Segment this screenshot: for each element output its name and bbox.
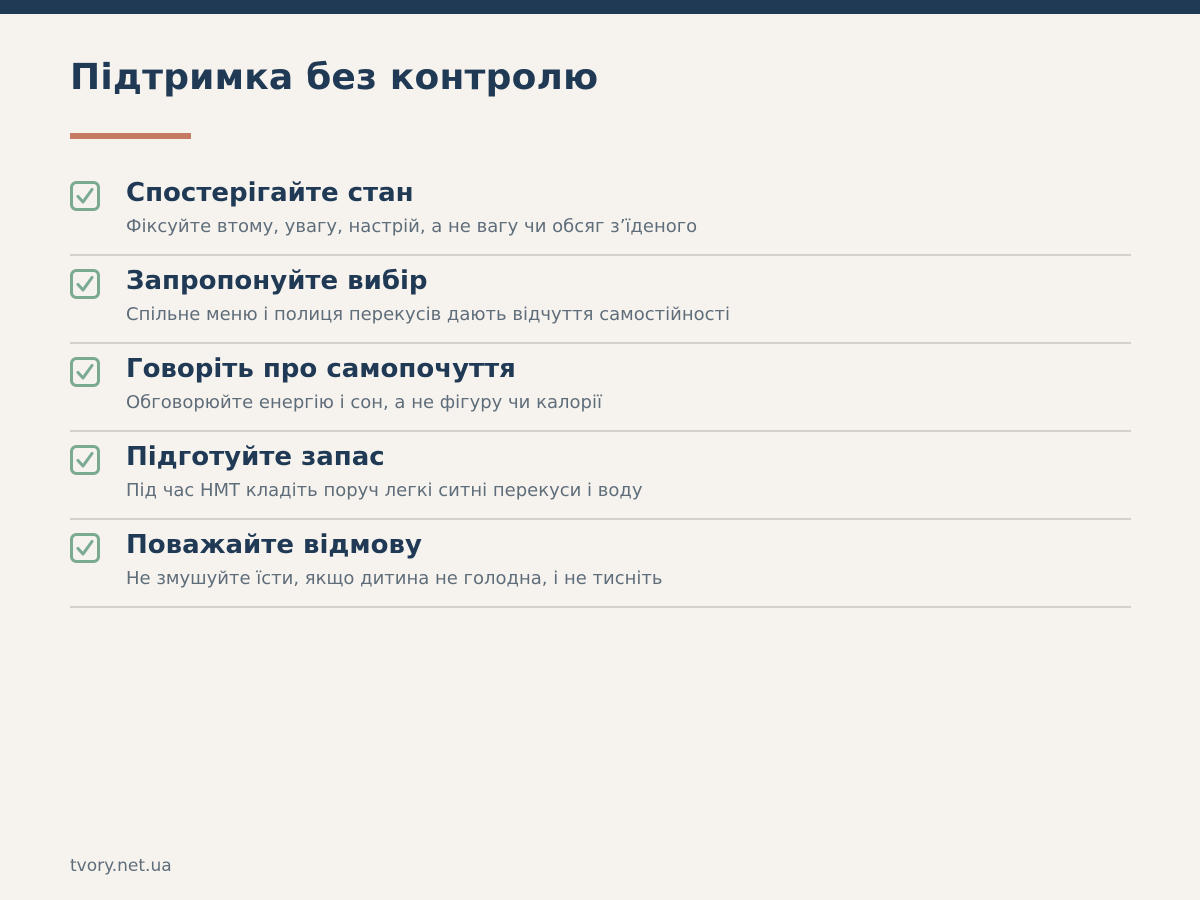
item-title: Запропонуйте вибір bbox=[126, 266, 428, 296]
item-title: Спостерігайте стан bbox=[126, 178, 414, 208]
item-description: Під час НМТ кладіть поруч легкі ситні пе… bbox=[126, 480, 643, 501]
checklist-item: Говоріть про самопочуття Обговорюйте ене… bbox=[70, 344, 1131, 432]
item-description: Обговорюйте енергію і сон, а не фігуру ч… bbox=[126, 392, 602, 413]
checkbox-checked-icon bbox=[70, 445, 100, 475]
item-description: Фіксуйте втому, увагу, настрій, а не ваг… bbox=[126, 216, 698, 237]
checklist-item: Підготуйте запас Під час НМТ кладіть пор… bbox=[70, 432, 1131, 520]
page-title: Підтримка без контролю bbox=[70, 57, 599, 98]
footer-source: tvory.net.ua bbox=[70, 856, 172, 876]
checklist-item: Запропонуйте вибір Спільне меню і полиця… bbox=[70, 256, 1131, 344]
checklist-item: Спостерігайте стан Фіксуйте втому, увагу… bbox=[70, 168, 1131, 256]
title-accent-line bbox=[70, 133, 191, 139]
checklist-item: Поважайте відмову Не змушуйте їсти, якщо… bbox=[70, 520, 1131, 608]
checkbox-checked-icon bbox=[70, 269, 100, 299]
checkbox-checked-icon bbox=[70, 181, 100, 211]
item-title: Підготуйте запас bbox=[126, 442, 385, 472]
checkbox-checked-icon bbox=[70, 533, 100, 563]
top-bar bbox=[0, 0, 1200, 14]
item-description: Спільне меню і полиця перекусів дають ві… bbox=[126, 304, 730, 325]
checkbox-checked-icon bbox=[70, 357, 100, 387]
item-description: Не змушуйте їсти, якщо дитина не голодна… bbox=[126, 568, 663, 589]
item-title: Поважайте відмову bbox=[126, 530, 422, 560]
item-title: Говоріть про самопочуття bbox=[126, 354, 516, 384]
checklist: Спостерігайте стан Фіксуйте втому, увагу… bbox=[70, 168, 1131, 608]
